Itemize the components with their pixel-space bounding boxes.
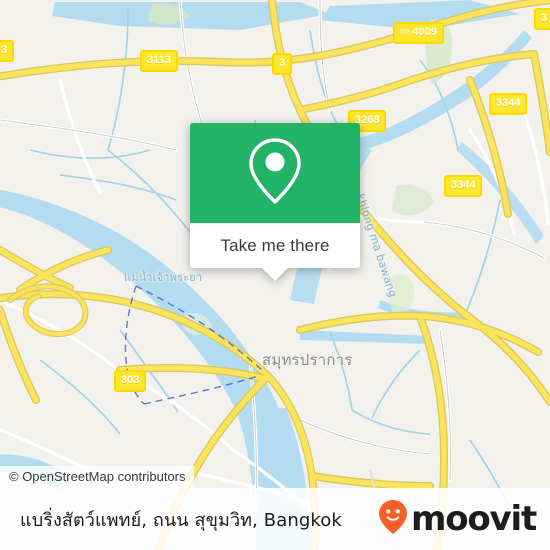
road-shield: 3 xyxy=(0,40,15,62)
road-shield: ทล.4009 xyxy=(393,22,444,44)
road-shield-number: 303 xyxy=(121,374,140,386)
road-shield: 3113 xyxy=(140,50,178,72)
moovit-logo[interactable]: moovit xyxy=(378,499,537,540)
moovit-smiley-pin-icon xyxy=(378,499,408,540)
take-me-there-label: Take me there xyxy=(220,235,330,255)
road-shield: 3 xyxy=(534,8,550,30)
place-card-pointer xyxy=(262,268,288,281)
road-shield-number: 3 xyxy=(1,44,8,56)
place-title: แบริ่งสัตว์แพทย์, ถนน สุขุมวิท, Bangkok xyxy=(20,509,342,531)
map-pin-icon xyxy=(246,135,304,212)
place-card-footer[interactable]: Take me there xyxy=(190,223,360,281)
moovit-place-screenshot: 3 3113 3 ทล.4009 3268 3344 3344 3 303 แม่น้ำเจ้า… xyxy=(0,0,550,550)
place-card-header xyxy=(190,123,360,223)
road-shield-number: 3 xyxy=(279,57,286,69)
road-shield: 303 xyxy=(114,370,147,392)
road-shield-number: 4009 xyxy=(412,26,437,38)
road-shield-number: 3344 xyxy=(496,97,521,109)
road-shield-number: 3344 xyxy=(451,179,476,191)
road-shield: 3 xyxy=(272,53,293,75)
road-shield: 3344 xyxy=(444,175,483,197)
road-shield: 3344 xyxy=(489,93,528,115)
osm-attribution[interactable]: © OpenStreetMap contributors xyxy=(0,466,194,488)
road-shield-number: 3 xyxy=(541,12,548,24)
place-card[interactable]: Take me there xyxy=(190,123,360,281)
road-shield-prefix: ทล. xyxy=(400,27,413,36)
moovit-wordmark: moovit xyxy=(410,499,537,539)
road-shield-number: 3113 xyxy=(147,54,171,66)
footer-bar: แบริ่งสัตว์แพทย์, ถนน สุขุมวิท, Bangkok … xyxy=(0,488,550,550)
